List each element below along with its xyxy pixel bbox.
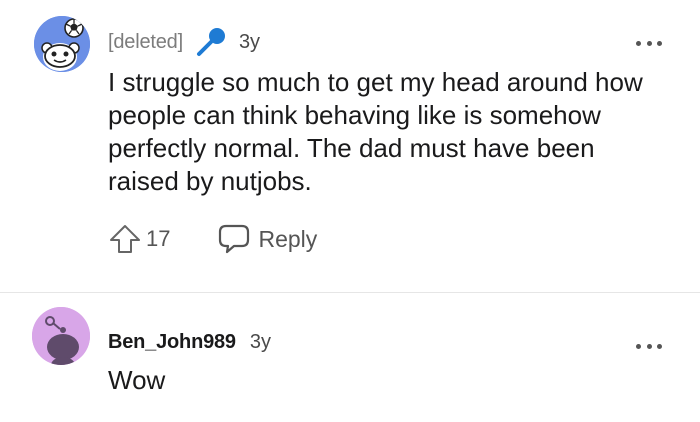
upvote-arrow-icon xyxy=(110,225,140,253)
comment-body: I struggle so much to get my head around… xyxy=(108,67,643,196)
comment-bubble-icon xyxy=(219,224,250,254)
dot-icon xyxy=(646,40,652,46)
vote-count: 17 xyxy=(146,226,171,251)
dot-icon xyxy=(636,40,641,46)
dot-icon xyxy=(657,343,662,349)
snoo-soccer-avatar-icon xyxy=(34,16,90,72)
timestamp: 3y xyxy=(238,30,261,53)
reply-button[interactable]: Reply xyxy=(218,224,317,254)
comment-meta: [deleted] 3y xyxy=(108,27,261,57)
timestamp: 3y xyxy=(249,330,271,353)
comment-actions: 17 Reply xyxy=(108,222,317,256)
dot-icon xyxy=(636,343,641,349)
more-options-button[interactable] xyxy=(636,38,662,48)
microphone-icon xyxy=(195,27,229,57)
dot-icon xyxy=(646,343,652,349)
dot-icon xyxy=(657,40,662,46)
comment-meta: Ben_John989 3y xyxy=(108,329,271,355)
reply-label: Reply xyxy=(258,225,318,252)
avatar[interactable] xyxy=(34,16,90,72)
avatar[interactable] xyxy=(32,307,90,365)
upvote-button[interactable]: 17 xyxy=(108,223,170,255)
more-options-button[interactable] xyxy=(636,341,662,351)
author-name[interactable]: [deleted] xyxy=(108,31,183,54)
comment-body: Wow xyxy=(108,365,166,395)
author-name[interactable]: Ben_John989 xyxy=(108,331,236,354)
comment: [deleted] 3y I struggle so much to get m… xyxy=(0,0,700,292)
snoo-avatar-icon xyxy=(32,307,90,365)
comment: Ben_John989 3y Wow xyxy=(0,293,700,422)
